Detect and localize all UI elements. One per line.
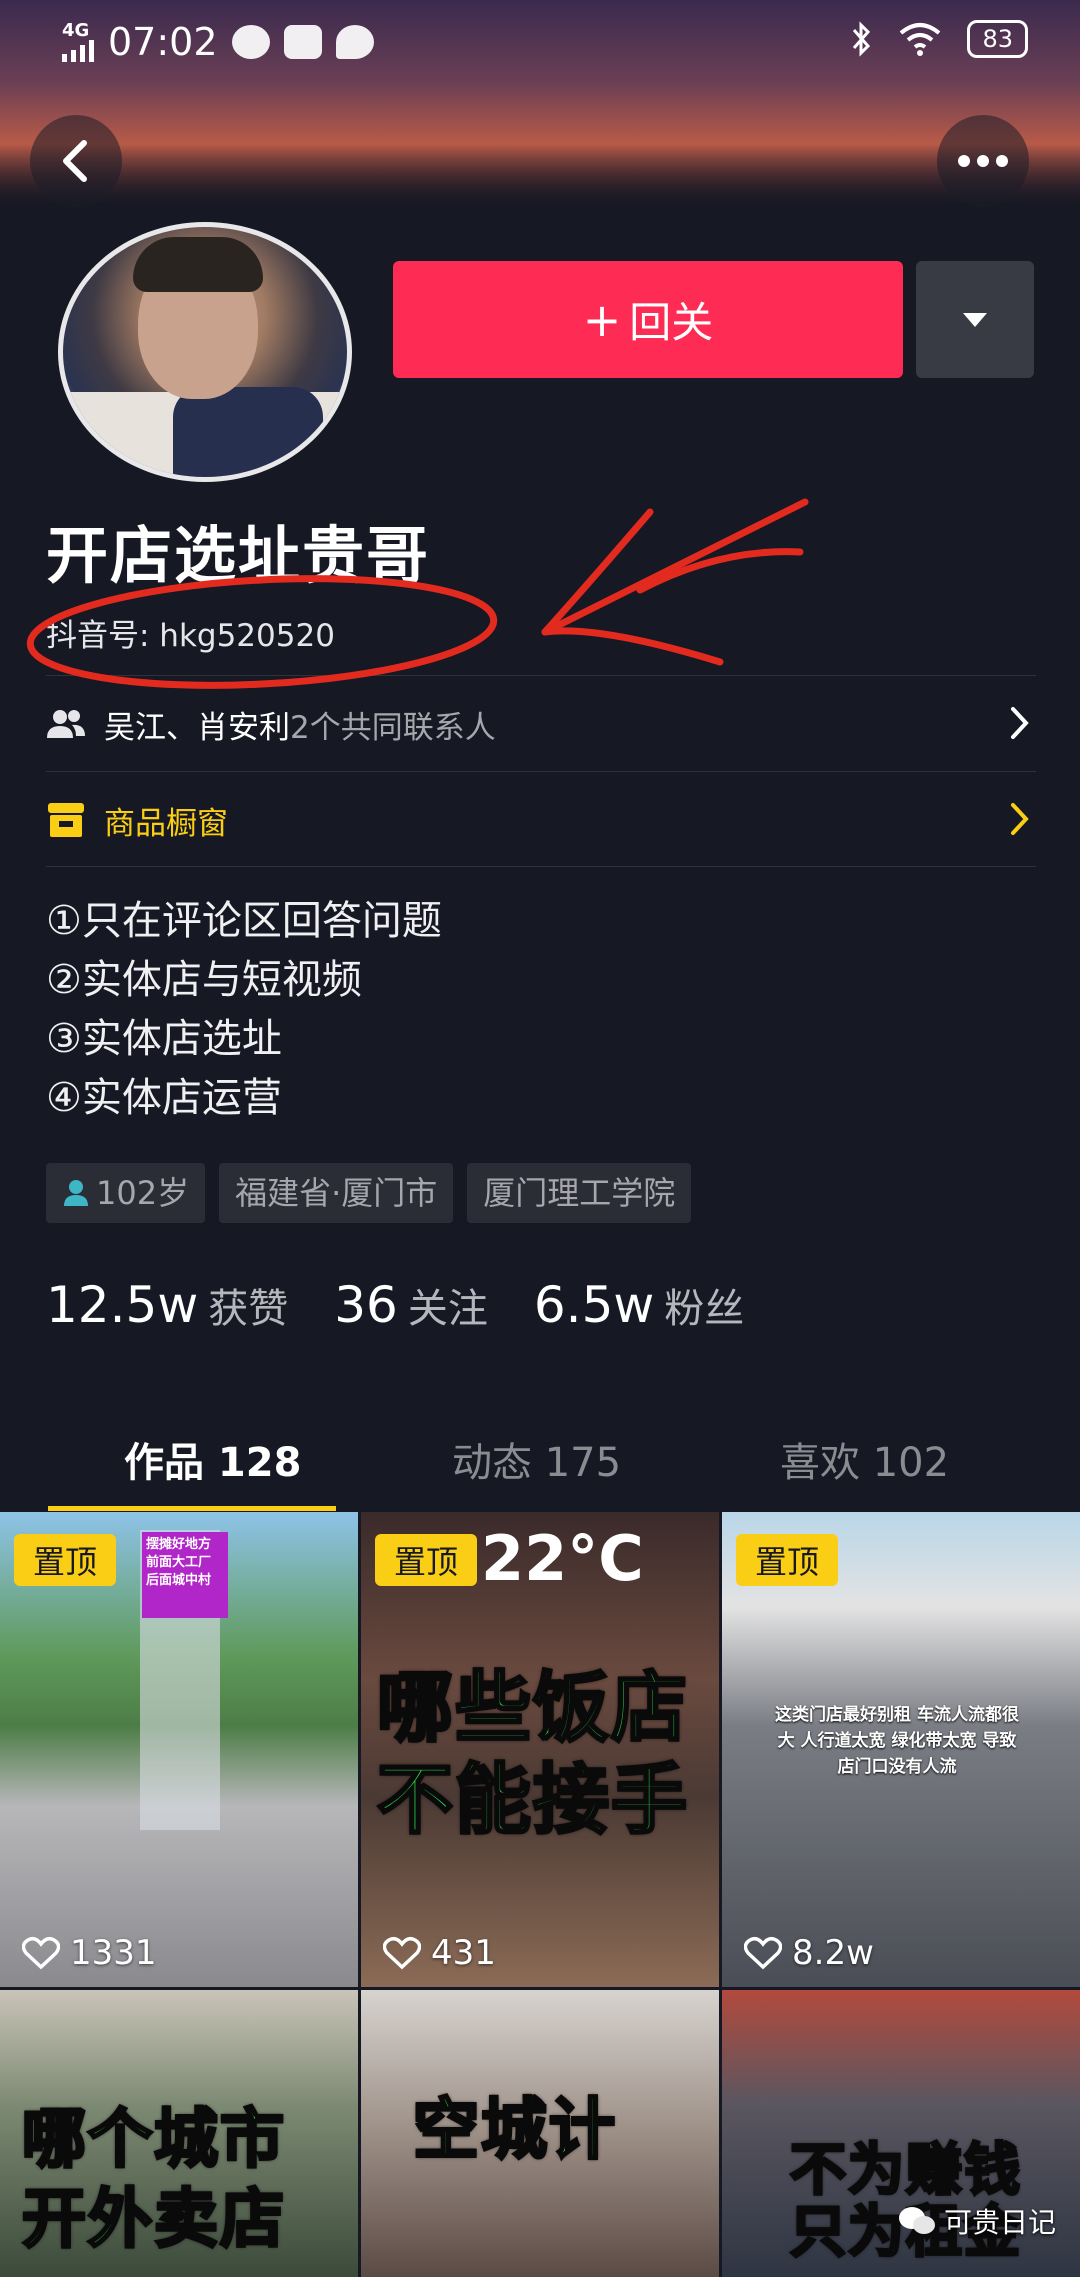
profile-stats: 12.5w 获赞 36 关注 6.5w 粉丝	[46, 1276, 790, 1334]
like-count-label: 8.2w	[792, 1933, 874, 1973]
signal-icon	[62, 40, 94, 62]
app-icon	[283, 25, 322, 59]
like-count: 8.2w	[744, 1933, 874, 1973]
watermark-label: 可贵日记	[943, 2206, 1056, 2239]
wechat-icon	[898, 2207, 935, 2234]
following-count[interactable]: 36	[334, 1276, 398, 1334]
heart-icon	[744, 1936, 782, 1970]
caption-line: 哪些饭店	[376, 1662, 689, 1754]
network-label: 4G	[62, 20, 90, 41]
avatar[interactable]	[58, 222, 352, 482]
back-button[interactable]	[30, 115, 122, 207]
bio-line: ③实体店选址	[46, 1016, 282, 1062]
more-button[interactable]	[937, 115, 1029, 207]
video-thumbnail[interactable]: 空城计	[361, 1990, 719, 2277]
video-caption: 摆摊好地方 前面大工厂 后面城中村	[142, 1532, 228, 1618]
tab-works[interactable]: 作品 128	[124, 1430, 301, 1488]
followers-label[interactable]: 粉丝	[664, 1276, 744, 1334]
likes-label: 获赞	[208, 1286, 289, 1332]
contacts-icon	[47, 710, 85, 738]
temperature-overlay: 22°C	[481, 1522, 644, 1595]
followers-count[interactable]: 6.5w	[534, 1276, 654, 1334]
content-tabs: 作品 128 动态 175 喜欢 102	[0, 1400, 1080, 1511]
mutual-contacts-names: 吴江、肖安利	[104, 709, 290, 746]
bluetooth-icon	[853, 21, 871, 57]
video-caption: 空城计	[412, 2090, 617, 2170]
battery-icon: 83	[967, 20, 1028, 58]
pinned-badge: 置顶	[736, 1534, 838, 1586]
like-count-label: 1331	[70, 1933, 157, 1973]
like-count: 1331	[22, 1933, 157, 1973]
person-icon	[64, 1180, 88, 1206]
follow-back-button[interactable]: + 回关	[393, 261, 903, 378]
recommend-dropdown-button[interactable]	[916, 261, 1034, 378]
video-thumbnail[interactable]: 哪个城市 开外卖店	[0, 1990, 358, 2277]
bio-line: ④实体店运营	[46, 1075, 282, 1121]
caption-line: 哪个城市	[21, 2102, 286, 2179]
divider	[46, 675, 1036, 676]
age-tag: 102岁	[46, 1163, 206, 1223]
divider	[46, 866, 1036, 867]
nickname: 开店选址贵哥	[46, 519, 431, 592]
caret-down-icon	[963, 312, 987, 327]
mutual-contacts-row[interactable]: 吴江、肖安利 2个共同联系人	[46, 680, 1036, 768]
network-indicator: 4G	[62, 22, 94, 62]
tab-moments[interactable]: 动态 175	[452, 1430, 621, 1488]
watermark: 可贵日记	[898, 2201, 1056, 2241]
bio-line: ②实体店与短视频	[46, 957, 362, 1003]
chevron-right-icon	[1011, 803, 1029, 835]
likes-count: 12.5w	[46, 1276, 199, 1334]
chevron-left-icon	[63, 140, 87, 182]
mutual-contacts-count: 2个共同联系人	[290, 709, 496, 746]
tab-indicator	[48, 1506, 336, 1511]
message-icon	[335, 25, 374, 59]
bio: ①只在评论区回答问题 ②实体店与短视频 ③实体店选址 ④实体店运营	[46, 892, 442, 1128]
wechat-icon	[231, 25, 270, 59]
heart-icon	[383, 1936, 421, 1970]
plus-icon: +	[582, 292, 622, 347]
following-label[interactable]: 关注	[408, 1276, 488, 1334]
douyin-id[interactable]: 抖音号: hkg520520	[46, 610, 335, 655]
heart-icon	[22, 1936, 60, 1970]
more-icon	[958, 155, 1008, 167]
wifi-icon	[900, 23, 941, 56]
like-count: 431	[383, 1933, 496, 1973]
school-tag: 厦门理工学院	[467, 1163, 692, 1223]
video-thumbnail[interactable]: 摆摊好地方 前面大工厂 后面城中村 置顶 1331	[0, 1512, 358, 1987]
divider	[46, 771, 1036, 772]
shop-icon	[48, 803, 84, 837]
caption-line: 不能接手	[376, 1754, 689, 1846]
pinned-badge: 置顶	[14, 1534, 116, 1586]
follow-back-label: 回关	[629, 298, 714, 347]
video-caption: 哪些饭店 不能接手	[376, 1662, 689, 1846]
shop-window-label: 商品橱窗	[104, 805, 228, 842]
age-label: 102岁	[96, 1174, 190, 1212]
clock: 07:02	[108, 20, 218, 64]
chevron-right-icon	[1011, 707, 1029, 739]
profile-tags: 102岁 福建省·厦门市 厦门理工学院	[46, 1163, 692, 1223]
shop-window-row[interactable]: 商品橱窗	[46, 776, 1036, 864]
video-caption: 这类门店最好别租 车流人流都很大 人行道太宽 绿化带太宽 导致店门口没有人流	[775, 1705, 1019, 1777]
location-tag: 福建省·厦门市	[219, 1163, 454, 1223]
video-thumbnail[interactable]: 这类门店最好别租 车流人流都很大 人行道太宽 绿化带太宽 导致店门口没有人流 置…	[722, 1512, 1080, 1987]
like-count-label: 431	[431, 1933, 496, 1973]
caption-line: 不为赚钱	[789, 2138, 1022, 2203]
tab-likes[interactable]: 喜欢 102	[780, 1430, 949, 1488]
bio-line: ①只在评论区回答问题	[46, 898, 442, 944]
status-bar: 4G 07:02 83	[0, 0, 1080, 90]
video-caption: 哪个城市 开外卖店	[21, 2100, 286, 2260]
caption-line: 开外卖店	[21, 2182, 286, 2259]
video-thumbnail[interactable]: 22°C 哪些饭店 不能接手 置顶 431	[361, 1512, 719, 1987]
pinned-badge: 置顶	[375, 1534, 477, 1586]
